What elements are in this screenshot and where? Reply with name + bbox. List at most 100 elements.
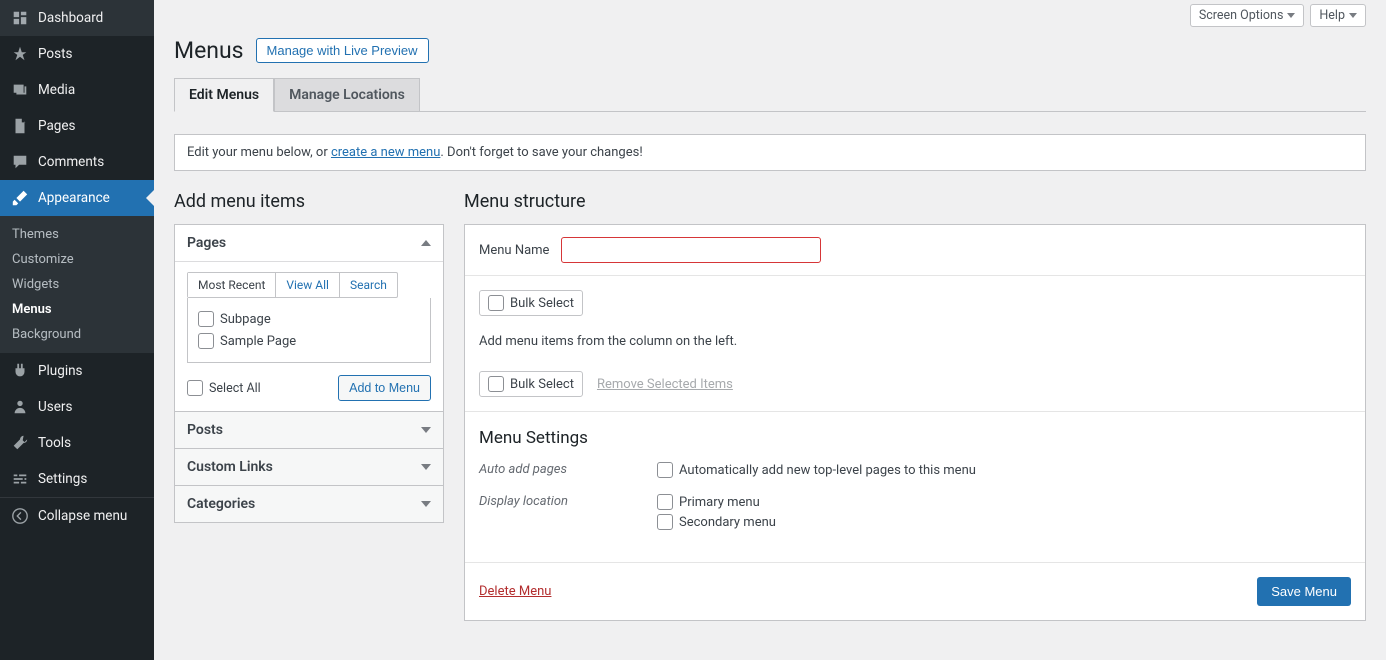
sidebar-item-tools[interactable]: Tools: [0, 425, 154, 461]
auto-add-label: Auto add pages: [479, 462, 657, 482]
select-all[interactable]: Select All: [187, 380, 261, 396]
appearance-submenu: Themes Customize Widgets Menus Backgroun…: [0, 216, 154, 353]
remove-selected-link[interactable]: Remove Selected Items: [597, 377, 733, 392]
page-item-label: Subpage: [220, 312, 271, 327]
empty-message: Add menu items from the column on the le…: [479, 334, 1351, 349]
checkbox[interactable]: [657, 514, 673, 530]
sidebar-item-appearance[interactable]: Appearance: [0, 180, 154, 216]
sidebar-item-posts[interactable]: Posts: [0, 36, 154, 72]
collapse-label: Collapse menu: [38, 508, 127, 524]
submenu-menus[interactable]: Menus: [0, 297, 154, 322]
checkbox[interactable]: [657, 462, 673, 478]
sidebar-label: Plugins: [38, 363, 83, 379]
notice-text: . Don't forget to save your changes!: [440, 145, 642, 160]
sidebar-label: Pages: [38, 118, 76, 134]
media-icon: [10, 80, 30, 100]
chevron-up-icon: [421, 240, 431, 246]
sidebar-item-users[interactable]: Users: [0, 389, 154, 425]
notice-text: Edit your menu below, or: [187, 145, 331, 160]
checkbox[interactable]: [657, 494, 673, 510]
sliders-icon: [10, 469, 30, 489]
sidebar-label: Tools: [38, 435, 71, 451]
add-items-accordion: Pages Most Recent View All Search Subpag…: [174, 224, 444, 523]
checkbox[interactable]: [198, 311, 214, 327]
sidebar-item-pages[interactable]: Pages: [0, 108, 154, 144]
accordion-pages-header[interactable]: Pages: [175, 225, 443, 262]
accordion-posts-header[interactable]: Posts: [175, 412, 443, 449]
submenu-widgets[interactable]: Widgets: [0, 272, 154, 297]
auto-add-checkbox-row[interactable]: Automatically add new top-level pages to…: [657, 462, 976, 478]
submenu-themes[interactable]: Themes: [0, 222, 154, 247]
page-item-sample[interactable]: Sample Page: [198, 330, 420, 352]
save-menu-button[interactable]: Save Menu: [1257, 577, 1351, 606]
menu-name-input[interactable]: [561, 237, 821, 263]
pin-icon: [10, 44, 30, 64]
submenu-background[interactable]: Background: [0, 322, 154, 347]
page-item-label: Sample Page: [220, 334, 296, 349]
collapse-icon: [10, 506, 30, 526]
sidebar-item-settings[interactable]: Settings: [0, 461, 154, 497]
comment-icon: [10, 152, 30, 172]
display-location-label: Display location: [479, 494, 657, 534]
sidebar-item-comments[interactable]: Comments: [0, 144, 154, 180]
accordion-label: Posts: [187, 422, 223, 438]
bulk-select-label: Bulk Select: [510, 377, 574, 392]
live-preview-button[interactable]: Manage with Live Preview: [256, 38, 429, 63]
screen-options-label: Screen Options: [1199, 8, 1284, 23]
menu-settings-heading: Menu Settings: [479, 428, 1351, 448]
secondary-menu-checkbox[interactable]: Secondary menu: [657, 514, 776, 530]
checkbox[interactable]: [488, 295, 504, 311]
chevron-down-icon: [421, 427, 431, 433]
page-item-subpage[interactable]: Subpage: [198, 308, 420, 330]
accordion-custom-links-header[interactable]: Custom Links: [175, 449, 443, 486]
sidebar-label: Media: [38, 82, 75, 98]
subtab-viewall[interactable]: View All: [276, 273, 340, 297]
secondary-label: Secondary menu: [679, 515, 776, 530]
auto-add-text: Automatically add new top-level pages to…: [679, 463, 976, 478]
brush-icon: [10, 188, 30, 208]
menu-name-label: Menu Name: [479, 243, 549, 258]
bulk-select-label: Bulk Select: [510, 296, 574, 311]
help-label: Help: [1319, 8, 1345, 23]
users-icon: [10, 397, 30, 417]
bulk-select-top[interactable]: Bulk Select: [479, 290, 583, 316]
bulk-select-bottom[interactable]: Bulk Select: [479, 371, 583, 397]
primary-menu-checkbox[interactable]: Primary menu: [657, 494, 776, 510]
edit-notice: Edit your menu below, or create a new me…: [174, 134, 1366, 171]
screen-options-button[interactable]: Screen Options: [1190, 4, 1305, 27]
sidebar-label: Comments: [38, 154, 104, 170]
checkbox[interactable]: [198, 333, 214, 349]
checkbox[interactable]: [187, 380, 203, 396]
add-items-heading: Add menu items: [174, 191, 444, 212]
page-title: Menus: [174, 37, 244, 64]
plug-icon: [10, 361, 30, 381]
accordion-label: Custom Links: [187, 459, 273, 475]
accordion-pages-body: Most Recent View All Search Subpage Samp…: [175, 262, 443, 412]
admin-sidebar: Dashboard Posts Media Pages Comments App…: [0, 0, 154, 660]
tab-edit-menus[interactable]: Edit Menus: [174, 78, 274, 112]
sidebar-label: Appearance: [38, 190, 110, 206]
structure-box: Menu Name Bulk Select Add menu items fro…: [464, 224, 1366, 621]
delete-menu-link[interactable]: Delete Menu: [479, 584, 551, 599]
collapse-menu[interactable]: Collapse menu: [0, 497, 154, 534]
tab-manage-locations[interactable]: Manage Locations: [274, 78, 420, 112]
tabs: Edit Menus Manage Locations: [174, 78, 1366, 112]
subtab-search[interactable]: Search: [340, 273, 397, 297]
help-button[interactable]: Help: [1310, 4, 1366, 27]
sidebar-label: Posts: [38, 46, 72, 62]
sidebar-label: Settings: [38, 471, 87, 487]
sidebar-item-media[interactable]: Media: [0, 72, 154, 108]
sidebar-item-plugins[interactable]: Plugins: [0, 353, 154, 389]
sidebar-label: Dashboard: [38, 10, 103, 26]
checkbox[interactable]: [488, 376, 504, 392]
submenu-customize[interactable]: Customize: [0, 247, 154, 272]
subtab-recent[interactable]: Most Recent: [188, 273, 276, 297]
structure-heading: Menu structure: [464, 191, 1366, 212]
accordion-categories-header[interactable]: Categories: [175, 486, 443, 522]
main-content: Screen Options Help Menus Manage with Li…: [154, 0, 1386, 660]
add-to-menu-button[interactable]: Add to Menu: [338, 375, 431, 401]
chevron-down-icon: [421, 501, 431, 507]
sidebar-item-dashboard[interactable]: Dashboard: [0, 0, 154, 36]
create-menu-link[interactable]: create a new menu: [331, 145, 440, 160]
accordion-label: Pages: [187, 235, 226, 251]
